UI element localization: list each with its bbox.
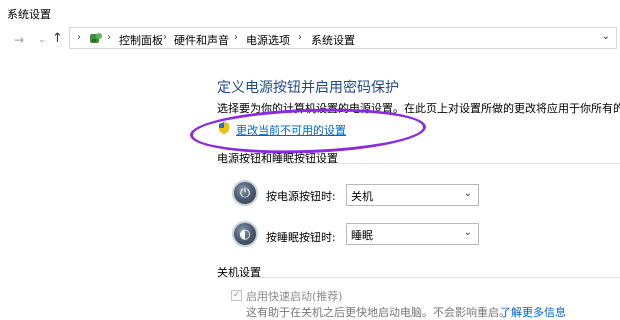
breadcrumb-control-panel[interactable]: 控制面板 [119,32,163,48]
fast-startup-label: 启用快速启动(推荐) [246,290,343,303]
window-title: 系统设置 [7,8,51,21]
breadcrumb-separator: › [298,32,302,43]
power-button-select[interactable]: 关机 ⌄ [346,184,479,206]
power-button-label: 按电源按钮时: [266,190,336,203]
power-button-value: 关机 [351,190,373,203]
chevron-down-icon[interactable]: ⌄ [38,35,46,45]
chevron-down-icon: ⌄ [463,188,472,199]
breadcrumb-power-options[interactable]: 电源选项 [246,32,290,48]
address-dropdown-icon[interactable]: ⌄ [602,31,610,42]
back-arrow-icon[interactable]: → [14,33,24,47]
breadcrumb-system-settings[interactable]: 系统设置 [311,32,355,48]
up-arrow-icon[interactable]: ↑ [52,31,63,46]
sleep-button-select[interactable]: 睡眠 ⌄ [346,223,479,245]
page-title: 定义电源按钮并启用密码保护 [217,80,399,96]
breadcrumb-separator: › [77,32,81,43]
chevron-down-icon: ⌄ [463,227,472,238]
learn-more-link[interactable]: 了解更多信息 [500,304,566,320]
breadcrumb-hardware-sound[interactable]: 硬件和声音 [174,32,229,48]
control-panel-icon [90,33,102,43]
fast-startup-checkbox[interactable]: ✓ [231,290,242,301]
sleep-button-label: 按睡眠按钮时: [266,231,336,244]
divider [217,277,620,278]
breadcrumb-separator: › [163,32,167,43]
sleep-button-icon: ◐ [232,221,258,247]
breadcrumb-separator: › [107,32,111,43]
fast-startup-description: 这有助于在关机之后更快地启动电脑。不会影响重启。 [246,306,510,319]
divider [217,163,620,164]
sleep-button-value: 睡眠 [351,229,373,242]
breadcrumb-separator: › [234,32,238,43]
power-button-icon: ⏻ [232,180,258,206]
